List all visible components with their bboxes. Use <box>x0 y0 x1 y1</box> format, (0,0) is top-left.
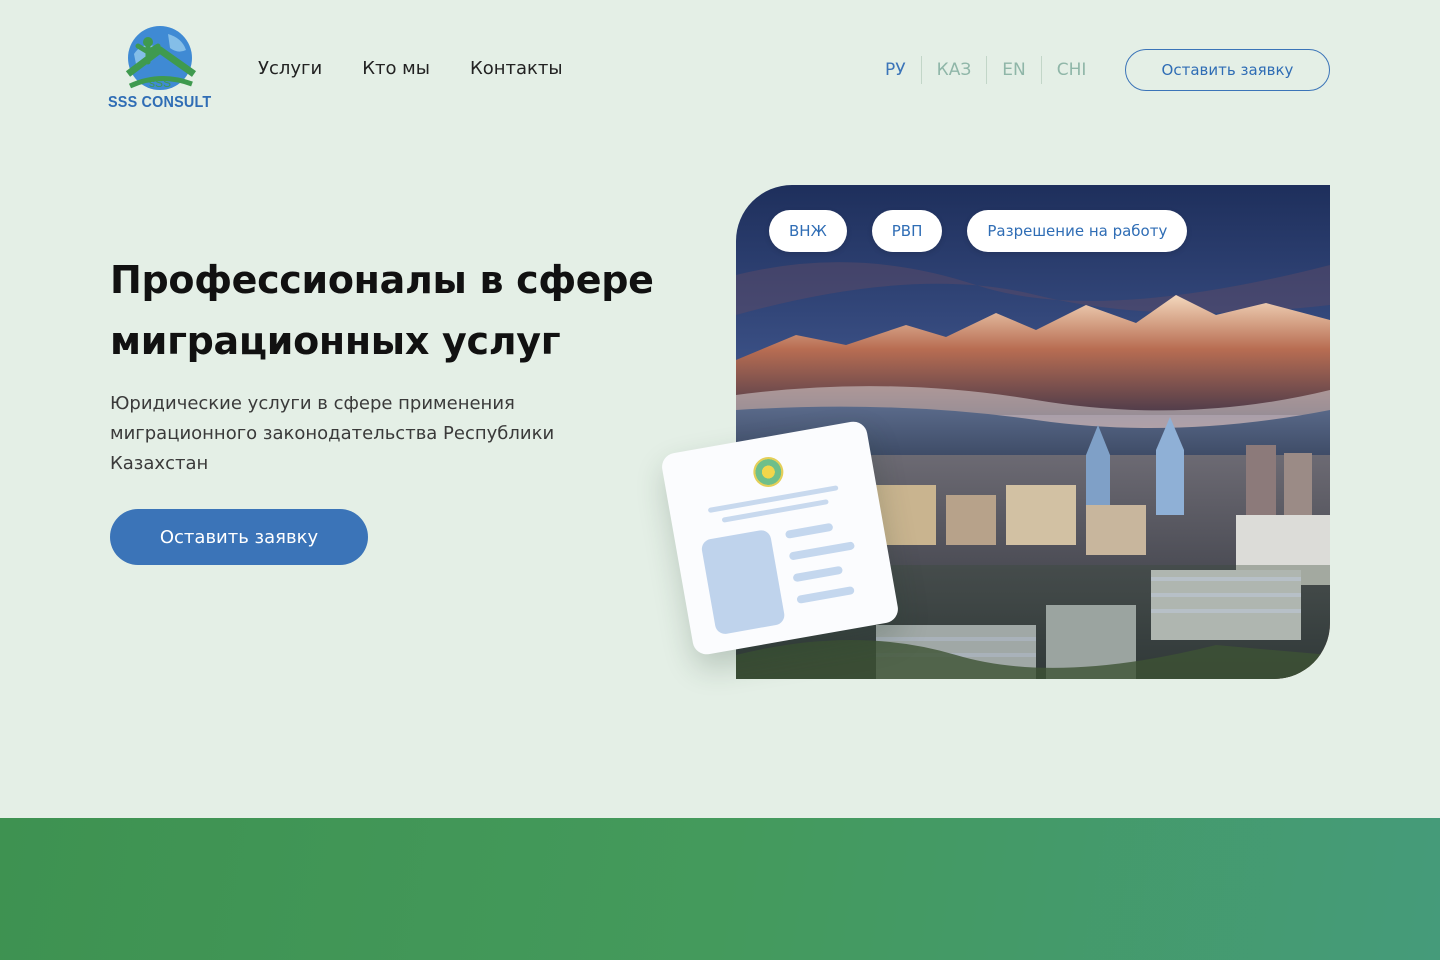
green-section-band <box>0 818 1440 960</box>
state-emblem-icon <box>750 454 786 490</box>
logo-text: SSS CONSULT <box>108 94 212 111</box>
nav-item-about[interactable]: Кто мы <box>362 58 430 79</box>
hero-request-button[interactable]: Оставить заявку <box>110 509 368 565</box>
nav-item-services[interactable]: Услуги <box>258 58 322 79</box>
chip-rvp[interactable]: РВП <box>871 210 943 252</box>
nav-item-contacts[interactable]: Контакты <box>470 58 563 79</box>
doc-field <box>792 565 844 583</box>
doc-photo-placeholder <box>700 528 786 636</box>
service-chips: ВНЖ РВП Разрешение на работу <box>769 210 1188 252</box>
chip-work-permit[interactable]: Разрешение на работу <box>967 210 1188 252</box>
header-request-button[interactable]: Оставить заявку <box>1125 49 1330 91</box>
hero-subtitle: Юридические услуги в сфере применения ми… <box>110 389 650 479</box>
main-nav: Услуги Кто мы Контакты <box>258 58 563 79</box>
lang-ru[interactable]: РУ <box>870 56 921 84</box>
logo[interactable]: sSS SSS CONSULT <box>108 24 212 116</box>
hero-title: Профессионалы в сфере миграционных услуг <box>110 250 710 372</box>
doc-field <box>784 522 834 539</box>
globe-house-logo-icon: sSS <box>125 26 197 90</box>
chip-vnzh[interactable]: ВНЖ <box>769 210 847 252</box>
doc-field <box>796 585 855 604</box>
hero-subtitle-line-1: Юридические услуги в сфере применения <box>110 393 515 414</box>
language-switcher: РУ КАЗ EN CHI <box>870 56 1101 84</box>
lang-chi[interactable]: CHI <box>1042 56 1102 84</box>
hero-title-line-1: Профессионалы в сфере <box>110 258 654 302</box>
site-header: sSS SSS CONSULT Услуги Кто мы Контакты Р… <box>0 0 1440 140</box>
hero-subtitle-line-3: Казахстан <box>110 453 209 474</box>
doc-field <box>788 541 856 561</box>
passport-document-illustration <box>659 419 901 657</box>
hero-title-line-2: миграционных услуг <box>110 319 561 363</box>
hero-subtitle-line-2: миграционного законодательства Республик… <box>110 423 555 444</box>
logo-mark: sSS <box>149 76 171 90</box>
lang-kaz[interactable]: КАЗ <box>922 56 987 84</box>
lang-en[interactable]: EN <box>987 56 1040 84</box>
